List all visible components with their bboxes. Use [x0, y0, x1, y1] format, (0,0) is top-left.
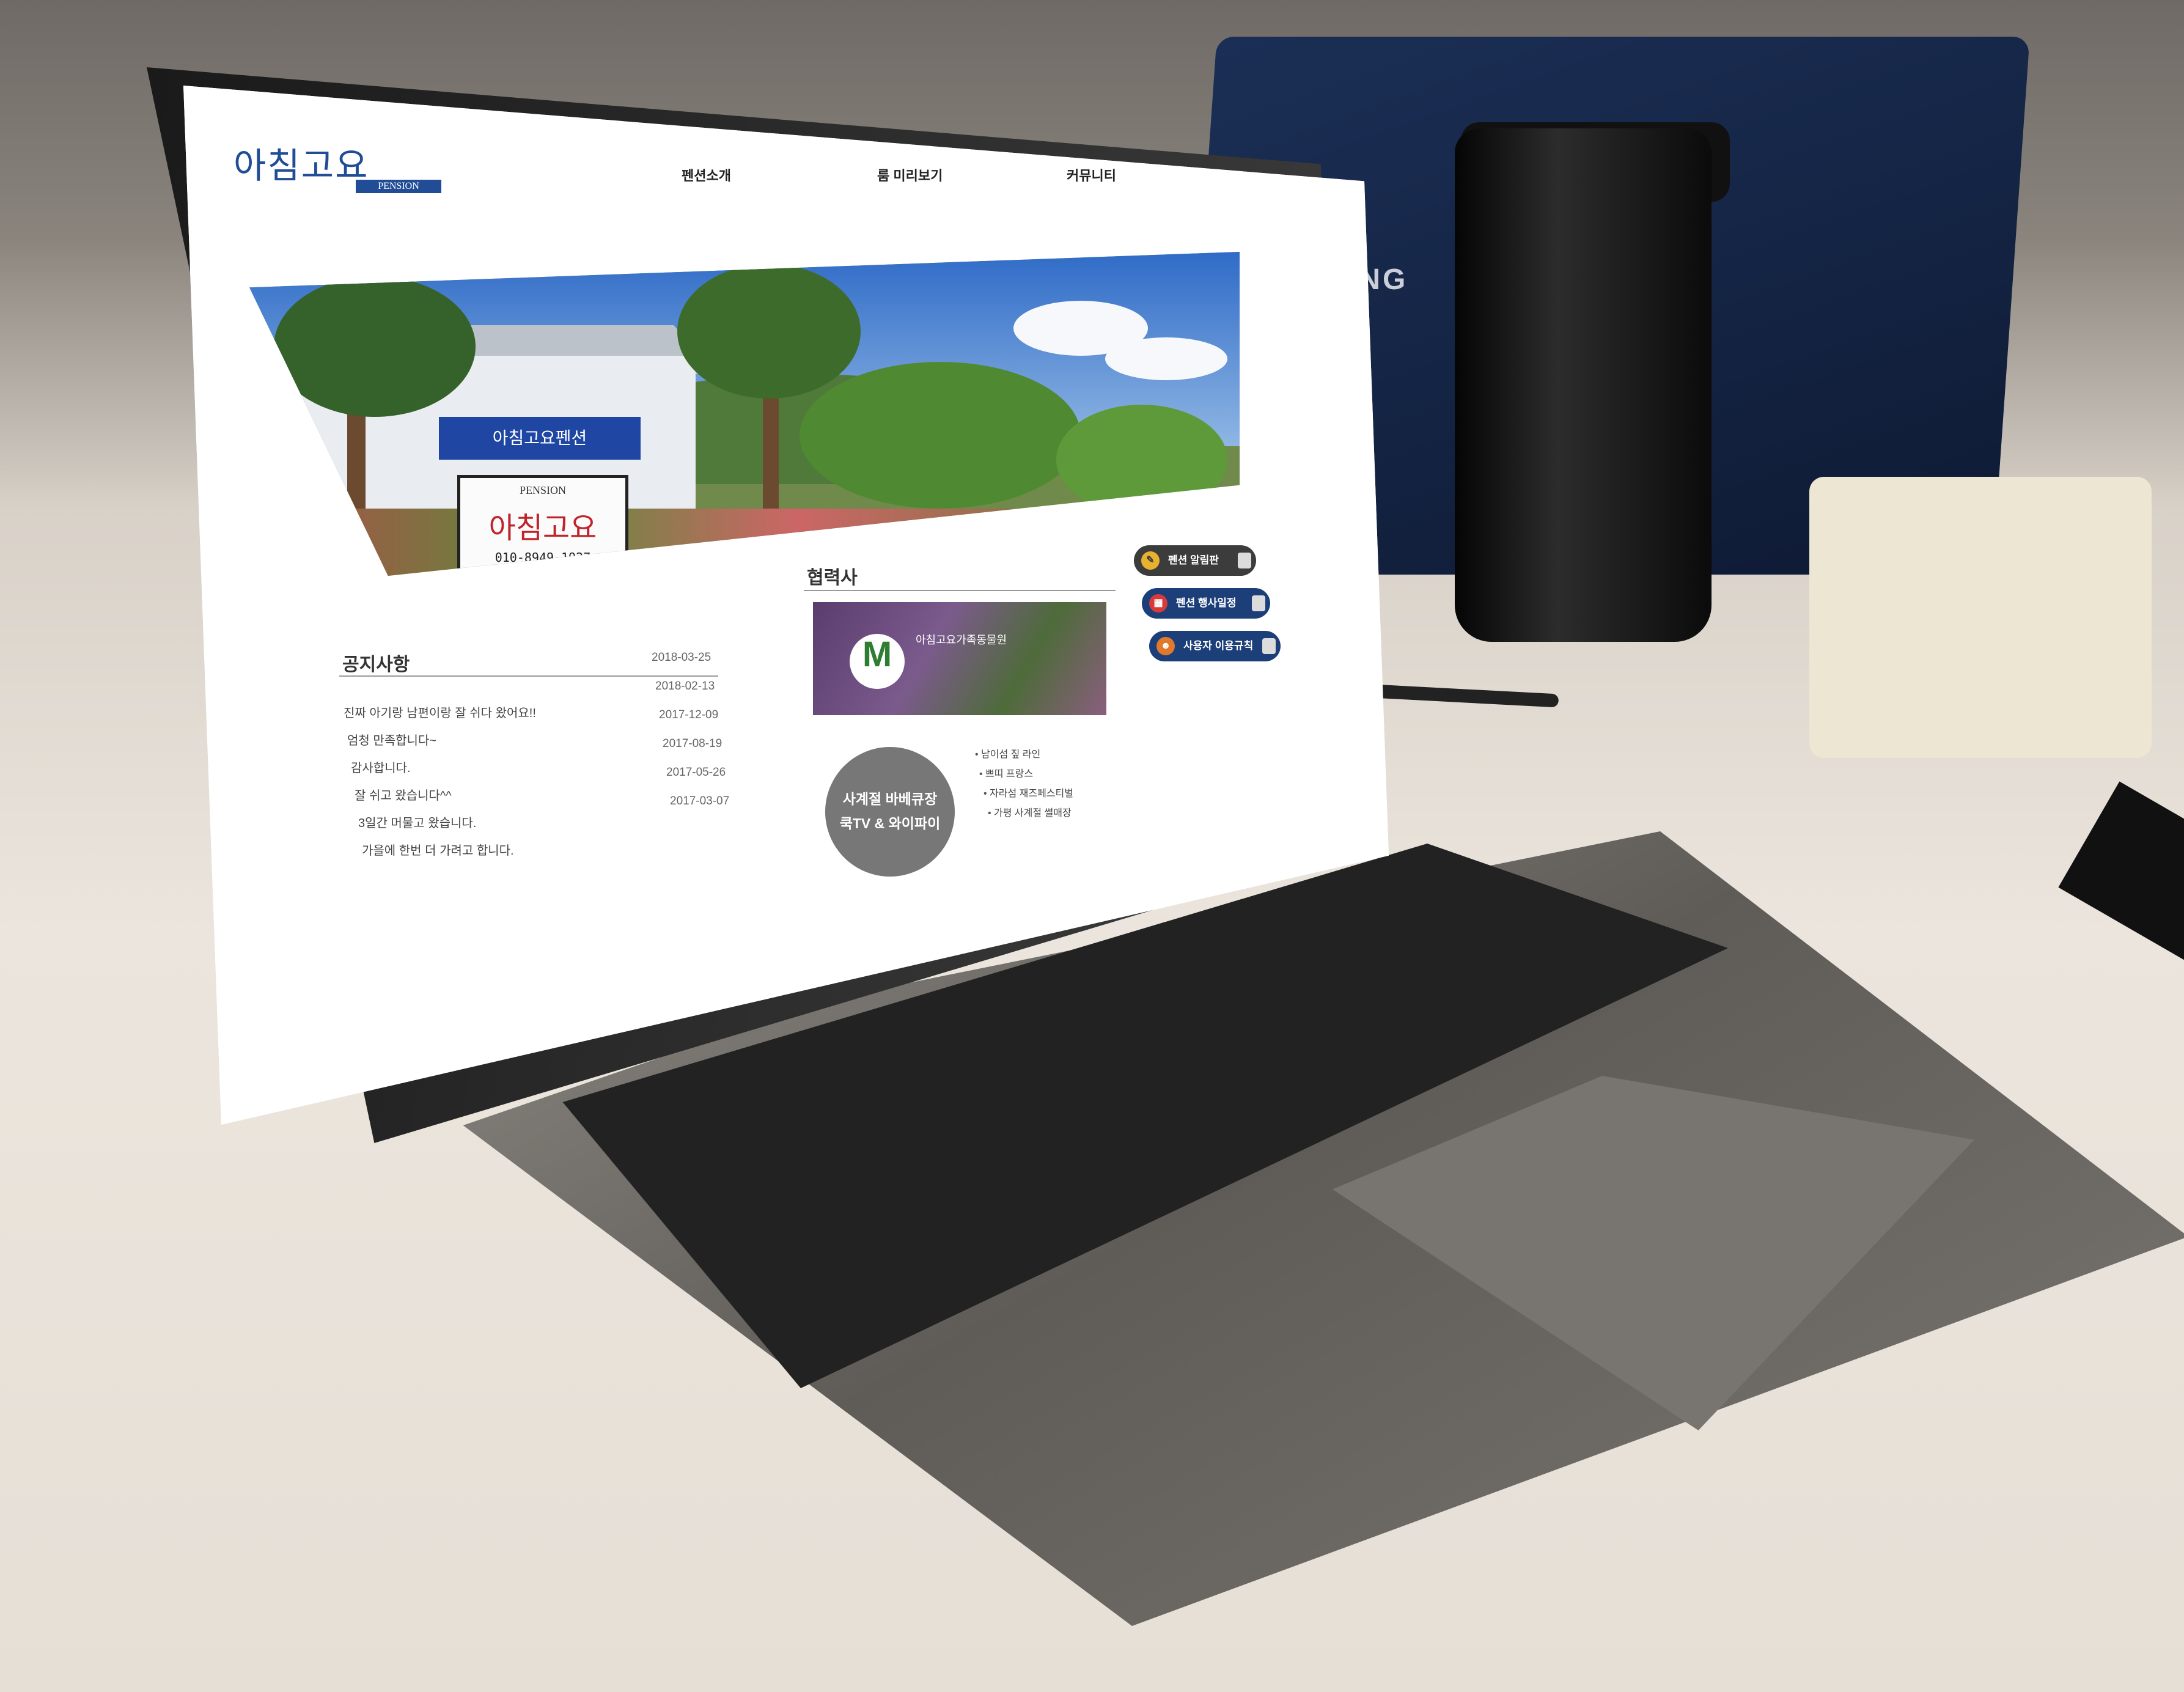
feature-list-item: 가평 사계절 썰매장: [988, 804, 1072, 819]
feature-list-item: 남이섬 짚 라인: [975, 746, 1040, 760]
nav-community[interactable]: 커뮤니티: [1067, 165, 1116, 185]
feature-circle: 사계절 바베큐장 쿡TV & 와이파이: [825, 747, 955, 877]
partner-name: 아침고요가족동물원: [916, 634, 1007, 646]
notice-item[interactable]: 3일간 머물고 왔습니다.: [358, 813, 476, 831]
hero-sign-board: 아침고요펜션: [439, 417, 641, 460]
notebook: [2058, 781, 2184, 967]
partner-logo-letter: M: [862, 634, 892, 674]
calendar-icon: ▦: [1149, 594, 1167, 612]
notice-date: 2018-03-25: [652, 651, 711, 664]
notice-date: 2017-12-09: [659, 708, 719, 721]
feature-line-1: 사계절 바베큐장: [842, 791, 938, 807]
notice-item[interactable]: 진짜 아기랑 남편이랑 잘 쉬다 왔어요!!: [344, 703, 536, 721]
hero-tree-foliage: [274, 276, 476, 417]
partner-title: 협력사: [807, 568, 858, 588]
quick-button-user-rules[interactable]: ☻ 사용자 이용규칙: [1149, 631, 1281, 661]
notice-date: 2017-03-07: [670, 795, 730, 807]
quick-button-tab: [1238, 553, 1251, 568]
logo-text: 아침고요: [233, 145, 369, 186]
hero-tree-foliage: [1056, 405, 1227, 515]
tape-dispenser: [1809, 477, 2152, 758]
notice-date: 2017-08-19: [663, 737, 722, 750]
quick-button-tab: [1252, 595, 1265, 611]
nav-pension-intro[interactable]: 펜션소개: [682, 165, 731, 185]
hero-tree-foliage: [800, 362, 1081, 509]
notice-divider: [339, 675, 718, 677]
notice-date: 2017-05-26: [666, 766, 726, 779]
hero-flowerbed: [249, 509, 1240, 576]
notice-item[interactable]: 감사합니다.: [351, 758, 411, 776]
photo-scene: SAMSUNG 아침고요 PENSION 펜션소개 룸 미리보기 커뮤니티: [0, 0, 2184, 1692]
quick-button-label: 펜션 알림판: [1168, 554, 1219, 566]
notice-item[interactable]: 잘 쉬고 왔습니다^^: [355, 785, 452, 803]
hero-image: 아침고요펜션 PENSION 아침고요 010-8949-1927: [249, 252, 1240, 576]
notice-title: 공지사항: [342, 655, 410, 675]
quick-button-notice-board[interactable]: ✎ 펜션 알림판: [1134, 545, 1256, 576]
partner-divider: [804, 590, 1116, 591]
sign-panel-title: PENSION: [519, 484, 566, 496]
logo-tag: PENSION: [356, 180, 441, 193]
quick-button-tab: [1262, 638, 1276, 654]
feature-list-item: 자라섬 재즈페스티벌: [984, 785, 1073, 800]
quick-button-label: 펜션 행사일정: [1176, 597, 1237, 609]
sign-panel-name: 아침고요: [488, 511, 597, 545]
nav-room-preview[interactable]: 룸 미리보기: [877, 165, 943, 185]
hero-sign-panel: PENSION 아침고요 010-8949-1927: [457, 475, 628, 576]
site-logo[interactable]: 아침고요 PENSION: [233, 139, 441, 207]
hero-tree-foliage: [677, 264, 861, 399]
feature-line-2: 쿡TV & 와이파이: [839, 815, 941, 831]
hero-cloud: [1105, 337, 1227, 380]
partner-banner[interactable]: M 아침고요가족동물원: [813, 602, 1106, 715]
sign-panel-phone: 010-8949-1927: [495, 550, 591, 565]
feature-list-item: 쁘띠 프랑스: [979, 765, 1033, 780]
tumbler: [1455, 128, 1712, 642]
quick-button-event-schedule[interactable]: ▦ 펜션 행사일정: [1142, 588, 1270, 619]
notice-item[interactable]: 가을에 한번 더 가려고 합니다.: [362, 840, 514, 858]
user-rules-icon: ☻: [1156, 637, 1175, 655]
partner-logo: M: [850, 634, 905, 689]
notice-item[interactable]: 엄청 만족합니다~: [347, 730, 436, 748]
quick-button-label: 사용자 이용규칙: [1183, 640, 1254, 652]
pin-icon: ✎: [1141, 551, 1160, 570]
notice-date: 2018-02-13: [655, 680, 715, 693]
